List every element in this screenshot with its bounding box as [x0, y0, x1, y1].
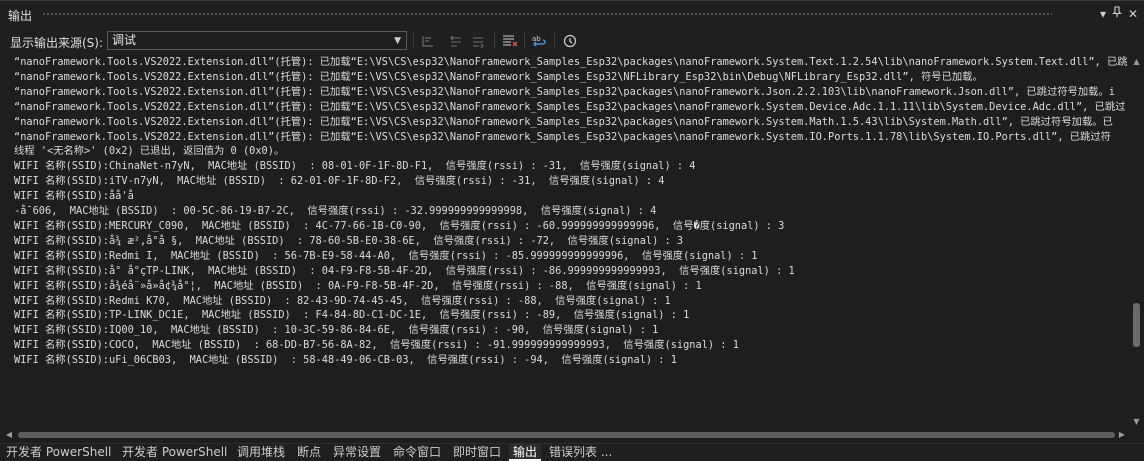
- tab-exception-settings[interactable]: 异常设置: [329, 444, 385, 461]
- tab-command-window[interactable]: 命令窗口: [389, 444, 445, 461]
- output-line: -å¯606, MAC地址 (BSSID) : 00-5C-86-19-B7-2…: [14, 205, 657, 218]
- tool-window-tabs: 开发者 PowerShell 开发者 PowerShell 调用堆栈 断点 异常…: [0, 443, 1144, 461]
- output-line: “nanoFramework.Tools.VS2022.Extension.dl…: [14, 130, 1111, 143]
- toolbar-separator: [494, 33, 495, 49]
- window-title: 输出: [8, 9, 33, 23]
- output-line: WIFI 名称(SSID):å¾ æ²,å°å §, MAC地址 (BSSID)…: [14, 234, 684, 247]
- output-line: WIFI 名称(SSID):COCO, MAC地址 (BSSID) : 68-D…: [14, 339, 739, 352]
- output-line: “nanoFramework.Tools.VS2022.Extension.dl…: [14, 115, 1113, 128]
- output-line: 线程 '<无名称>' (0x2) 已退出, 返回值为 0 (0x0)。: [14, 145, 285, 158]
- output-line: WIFI 名称(SSID):uFi_06CB03, MAC地址 (BSSID) …: [14, 354, 677, 367]
- drag-grip[interactable]: [42, 12, 1052, 17]
- output-line: WIFI 名称(SSID):Redmi K70, MAC地址 (BSSID) :…: [14, 294, 671, 307]
- output-line: “nanoFramework.Tools.VS2022.Extension.dl…: [14, 56, 1128, 68]
- output-line: WIFI 名称(SSID):å¾éå¨»å»å¢¾å°¦, MAC地址 (BSS…: [14, 279, 702, 292]
- scroll-up-arrow-icon[interactable]: ▲: [1129, 55, 1144, 69]
- output-log: “nanoFramework.Tools.VS2022.Extension.dl…: [2, 55, 1129, 368]
- find-message-in-code-button[interactable]: [418, 31, 438, 51]
- tab-call-stack[interactable]: 调用堆栈: [233, 444, 289, 461]
- output-source-value: 调试: [112, 33, 137, 47]
- tab-error-list[interactable]: 错误列表 ...: [545, 444, 616, 461]
- output-line: WIFI 名称(SSID):MERCURY_C090, MAC地址 (BSSID…: [14, 219, 785, 232]
- tab-immediate-window[interactable]: 即时窗口: [449, 444, 505, 461]
- vertical-scrollbar[interactable]: ▲ ▼: [1129, 55, 1144, 429]
- output-line: WIFI 名称(SSID):ChinaNet-n7yN, MAC地址 (BSSI…: [14, 160, 696, 173]
- previous-message-icon: [450, 35, 461, 47]
- output-line: WIFI 名称(SSID):Redmi I, MAC地址 (BSSID) : 5…: [14, 249, 758, 262]
- output-line: WIFI 名称(SSID):iTV-n7yN, MAC地址 (BSSID) : …: [14, 175, 665, 188]
- output-toolbar: 显示输出来源(S): 调试 ▼ ab: [0, 27, 1144, 55]
- word-wrap-icon: ab: [532, 35, 546, 47]
- output-line: “nanoFramework.Tools.VS2022.Extension.dl…: [14, 70, 983, 83]
- output-window: 输出 ▾ ✕ 显示输出来源(S): 调试 ▼ ab “nanoFramework…: [0, 0, 1144, 461]
- toolbar-separator: [524, 33, 525, 49]
- svg-text:ab: ab: [532, 35, 541, 43]
- output-line: “nanoFramework.Tools.VS2022.Extension.dl…: [14, 85, 1115, 98]
- output-line: WIFI 名称(SSID):å° å°çTP-LINK, MAC地址 (BSSI…: [14, 264, 795, 277]
- tab-developer-powershell-2[interactable]: 开发者 PowerShell: [118, 444, 231, 461]
- source-label: 显示输出来源(S):: [10, 36, 104, 50]
- output-source-dropdown[interactable]: 调试 ▼: [107, 31, 407, 50]
- scroll-down-arrow-icon[interactable]: ▼: [1129, 415, 1144, 429]
- output-text-area[interactable]: “nanoFramework.Tools.VS2022.Extension.dl…: [2, 55, 1129, 429]
- tab-developer-powershell-1[interactable]: 开发者 PowerShell: [2, 444, 115, 461]
- title-bar: 输出 ▾ ✕: [0, 0, 1144, 27]
- toggle-word-wrap-button[interactable]: ab: [530, 31, 550, 51]
- scroll-right-arrow-icon[interactable]: ▶: [1115, 429, 1129, 441]
- clear-all-icon: [503, 35, 518, 47]
- chevron-down-icon: ▼: [394, 36, 401, 46]
- clock-icon: [563, 34, 577, 48]
- next-message-icon: [473, 37, 484, 48]
- clear-all-button[interactable]: [500, 31, 520, 51]
- tab-breakpoints[interactable]: 断点: [293, 444, 325, 461]
- output-line: WIFI 名称(SSID):åå'å: [14, 190, 134, 203]
- next-message-button[interactable]: [468, 31, 488, 51]
- close-icon[interactable]: ✕: [1124, 6, 1142, 22]
- output-line: WIFI 名称(SSID):TP-LINK_DC1E, MAC地址 (BSSID…: [14, 309, 690, 322]
- output-line: “nanoFramework.Tools.VS2022.Extension.dl…: [14, 100, 1126, 113]
- previous-message-button[interactable]: [446, 31, 466, 51]
- tab-output[interactable]: 输出: [509, 444, 542, 461]
- vertical-scroll-thumb[interactable]: [1133, 303, 1140, 347]
- horizontal-scroll-thumb[interactable]: [18, 432, 1115, 438]
- scroll-left-arrow-icon[interactable]: ◀: [2, 429, 16, 441]
- output-line: WIFI 名称(SSID):IQ00_10, MAC地址 (BSSID) : 1…: [14, 324, 659, 337]
- toolbar-separator: [413, 33, 414, 49]
- find-in-code-icon: [422, 36, 433, 47]
- horizontal-scrollbar[interactable]: ◀ ▶: [2, 429, 1129, 441]
- show-timestamp-button[interactable]: [560, 31, 580, 51]
- toolbar-separator: [554, 33, 555, 49]
